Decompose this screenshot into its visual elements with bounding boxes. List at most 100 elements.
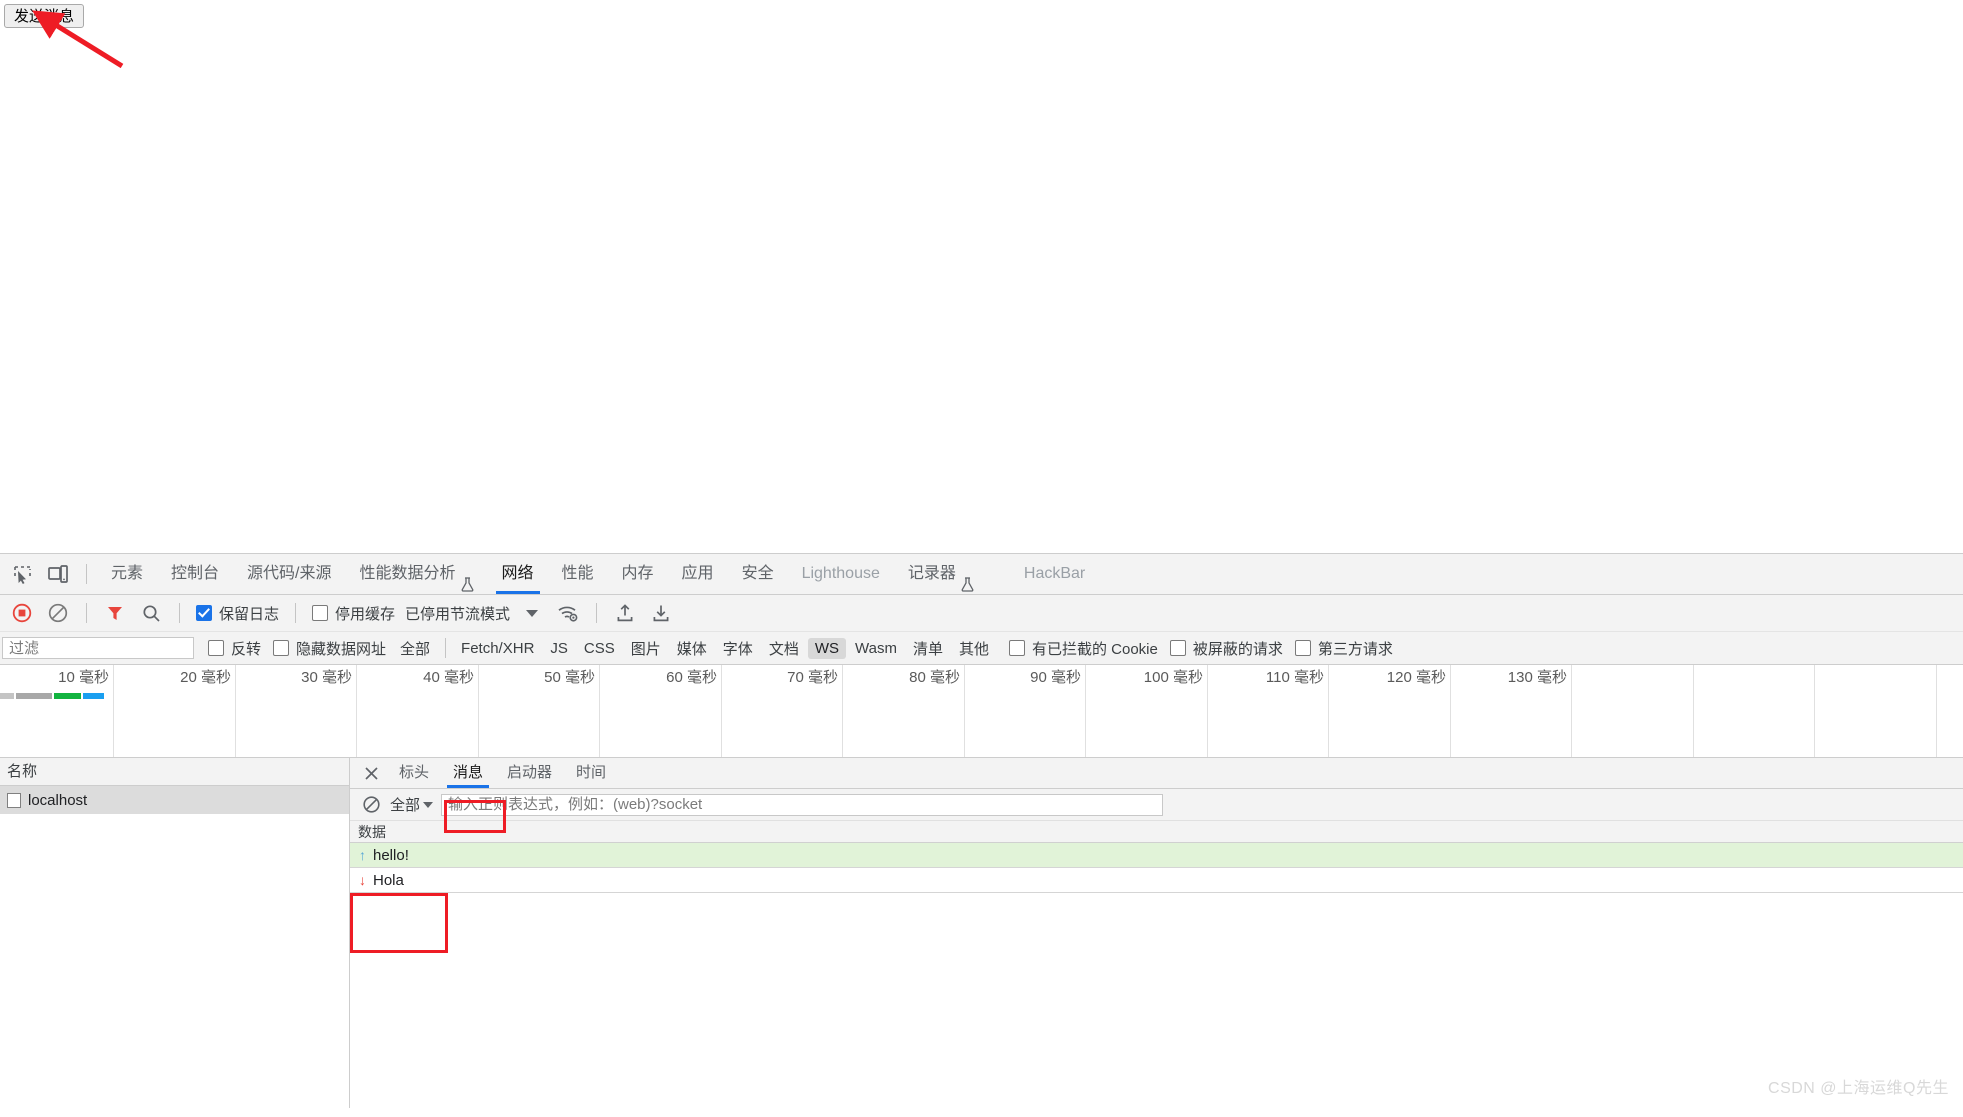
import-har-icon[interactable] — [610, 599, 640, 627]
send-message-button[interactable]: 发送消息 — [4, 4, 84, 28]
timeline-tick: 90 毫秒 — [1085, 665, 1086, 757]
invert-checkbox[interactable]: 反转 — [208, 638, 261, 659]
web-page-area: 发送消息 — [0, 0, 1963, 553]
toolbar-divider — [86, 603, 87, 623]
hide-data-urls-checkbox[interactable]: 隐藏数据网址 — [273, 638, 386, 659]
timeline-tick: 80 毫秒 — [964, 665, 965, 757]
type-filter-media[interactable]: 媒体 — [670, 636, 714, 661]
message-row[interactable]: ↓ Hola — [350, 868, 1963, 893]
filter-input[interactable] — [2, 637, 194, 659]
inspect-element-icon[interactable] — [7, 560, 37, 588]
devtools-tabstrip: 元素 控制台 源代码/来源 性能数据分析 网络 — [0, 554, 1963, 595]
tab-elements[interactable]: 元素 — [97, 554, 157, 594]
detail-tab-initiator[interactable]: 启动器 — [495, 758, 564, 788]
search-icon[interactable] — [136, 599, 166, 627]
tab-memory[interactable]: 内存 — [608, 554, 668, 594]
tab-network[interactable]: 网络 — [488, 554, 548, 594]
request-row-localhost[interactable]: localhost — [0, 786, 349, 814]
timeline-tick-label: 110 毫秒 — [1266, 666, 1324, 687]
waterfall-segment-request-sent — [54, 693, 81, 699]
tab-recorder-label: 记录器 — [908, 554, 956, 594]
timeline-tick-label: 40 毫秒 — [423, 666, 474, 687]
clear-icon[interactable] — [360, 791, 382, 819]
tab-lighthouse-label: Lighthouse — [802, 554, 880, 594]
message-regex-input[interactable] — [441, 794, 1163, 816]
timeline-tick: 110 毫秒 — [1328, 665, 1329, 757]
tab-application[interactable]: 应用 — [668, 554, 728, 594]
message-row[interactable]: ↑ hello! — [350, 843, 1963, 868]
third-party-checkbox[interactable]: 第三方请求 — [1295, 638, 1393, 659]
timeline-tick: 30 毫秒 — [356, 665, 357, 757]
clear-network-log-icon[interactable] — [43, 599, 73, 627]
type-filter-other[interactable]: 其他 — [952, 636, 996, 661]
type-filter-css[interactable]: CSS — [577, 638, 622, 659]
detail-tab-timing[interactable]: 时间 — [564, 758, 618, 788]
third-party-checkbox-box — [1295, 640, 1311, 656]
filter-icon[interactable] — [100, 599, 130, 627]
tab-network-label: 网络 — [502, 554, 534, 594]
timeline-tick-label: 30 毫秒 — [301, 666, 352, 687]
tab-recorder[interactable]: 记录器 — [894, 554, 988, 594]
throttling-label[interactable]: 已停用节流模式 — [405, 603, 510, 624]
type-filter-all[interactable]: 全部 — [393, 636, 437, 661]
detail-tab-headers[interactable]: 标头 — [387, 758, 441, 788]
record-stop-icon[interactable] — [7, 599, 37, 627]
tab-performance[interactable]: 性能 — [548, 554, 608, 594]
type-filter-ws[interactable]: WS — [808, 638, 846, 659]
export-har-icon[interactable] — [646, 599, 676, 627]
message-type-dropdown[interactable]: 全部 — [390, 794, 433, 815]
detail-tab-messages[interactable]: 消息 — [441, 758, 495, 788]
waterfall-segment-stalled — [16, 693, 52, 699]
tab-hackbar-label: HackBar — [1024, 554, 1085, 594]
watermark: CSDN @上海运维Q先生 — [1768, 1074, 1949, 1098]
document-icon — [7, 793, 21, 808]
tab-lighthouse[interactable]: Lighthouse — [788, 554, 894, 594]
timeline-tick-label: 60 毫秒 — [666, 666, 717, 687]
type-filter-doc[interactable]: 文档 — [762, 636, 806, 661]
request-row-name: localhost — [28, 792, 87, 809]
blocked-requests-checkbox[interactable]: 被屏蔽的请求 — [1170, 638, 1283, 659]
tab-performance-insights[interactable]: 性能数据分析 — [345, 554, 487, 594]
type-filter-js[interactable]: JS — [543, 638, 575, 659]
network-overview-timeline[interactable]: 10 毫秒 20 毫秒 30 毫秒 40 毫秒 50 毫秒 60 毫秒 70 毫… — [0, 665, 1963, 758]
message-text: Hola — [373, 872, 404, 889]
blocked-requests-checkbox-box — [1170, 640, 1186, 656]
tab-hackbar[interactable]: HackBar — [1010, 554, 1099, 594]
disable-cache-label: 停用缓存 — [335, 603, 395, 624]
timeline-tick-label: 90 毫秒 — [1030, 666, 1081, 687]
tab-security[interactable]: 安全 — [728, 554, 788, 594]
type-filter-wasm[interactable]: Wasm — [848, 638, 904, 659]
timeline-tick: 60 毫秒 — [721, 665, 722, 757]
type-filter-font[interactable]: 字体 — [716, 636, 760, 661]
timeline-tick-label: 70 毫秒 — [787, 666, 838, 687]
timeline-tick — [1814, 665, 1815, 757]
timeline-tick-label: 10 毫秒 — [58, 666, 109, 687]
device-toolbar-icon[interactable] — [43, 560, 73, 588]
disable-cache-checkbox[interactable]: 停用缓存 — [312, 603, 395, 624]
waterfall-segment-queueing — [0, 693, 14, 699]
preserve-log-checkbox[interactable]: 保留日志 — [196, 603, 279, 624]
request-list: 名称 localhost — [0, 758, 350, 1108]
close-icon[interactable] — [359, 759, 383, 787]
tab-console[interactable]: 控制台 — [157, 554, 233, 594]
request-detail-panel: 标头 消息 启动器 时间 全部 — [350, 758, 1963, 1108]
tab-sources[interactable]: 源代码/来源 — [233, 554, 345, 594]
timeline-tick: 50 毫秒 — [599, 665, 600, 757]
tab-console-label: 控制台 — [171, 554, 219, 594]
tab-memory-label: 内存 — [622, 554, 654, 594]
timeline-tick-label: 100 毫秒 — [1144, 666, 1203, 687]
type-filter-fetch-xhr[interactable]: Fetch/XHR — [454, 638, 541, 659]
network-filter-bar: 反转 隐藏数据网址 全部 Fetch/XHR JS CSS 图片 媒体 字体 文… — [0, 632, 1963, 665]
timeline-tick-label: 80 毫秒 — [909, 666, 960, 687]
hide-data-urls-checkbox-box — [273, 640, 289, 656]
type-filter-img[interactable]: 图片 — [624, 636, 668, 661]
flask-icon — [461, 568, 474, 583]
timeline-tick-label: 120 毫秒 — [1387, 666, 1446, 687]
blocked-cookies-checkbox[interactable]: 有已拦截的 Cookie — [1009, 638, 1158, 659]
arrow-down-icon: ↓ — [358, 873, 367, 887]
network-conditions-icon[interactable] — [553, 599, 583, 627]
type-filter-manifest[interactable]: 清单 — [906, 636, 950, 661]
blocked-cookies-label: 有已拦截的 Cookie — [1032, 638, 1158, 659]
chevron-down-icon[interactable] — [526, 610, 538, 617]
timeline-tick: 70 毫秒 — [842, 665, 843, 757]
